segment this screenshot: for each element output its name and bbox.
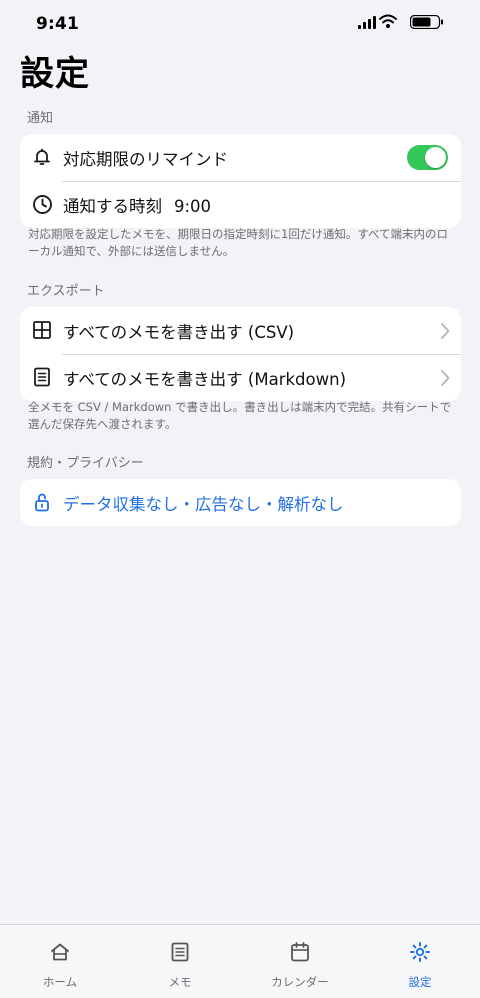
status-time: 9:41 xyxy=(36,14,80,34)
table-icon xyxy=(31,319,53,341)
notification-time-row[interactable]: 通知する時刻 9:00 xyxy=(20,181,461,228)
bell-icon xyxy=(31,146,53,168)
notifications-footnote: 対応期限を設定したメモを、期限日の指定時刻に1回だけ通知。すべて端末内のローカル… xyxy=(28,227,449,258)
export-markdown-row[interactable]: すべてのメモを書き出す (Markdown) xyxy=(20,354,461,401)
export-csv-label: すべてのメモを書き出す (CSV) xyxy=(63,322,295,342)
export-footnote: 全メモを CSV / Markdown で書き出し。書き出しは端末内で完結。共有… xyxy=(28,400,452,431)
page-title: 設定 xyxy=(20,54,90,94)
chevron-right-icon xyxy=(441,370,450,386)
toggle-knob xyxy=(425,147,446,168)
home-icon xyxy=(51,943,69,961)
wifi-icon xyxy=(379,14,397,28)
privacy-label: データ収集なし・広告なし・解析なし xyxy=(63,494,344,514)
export-csv-row[interactable]: すべてのメモを書き出す (CSV) xyxy=(20,307,461,354)
remind-label: 対応期限のリマインド xyxy=(63,149,228,169)
status-icons xyxy=(336,14,456,34)
privacy-row[interactable]: データ収集なし・広告なし・解析なし xyxy=(20,479,461,526)
export-markdown-label: すべてのメモを書き出す (Markdown) xyxy=(63,369,347,389)
tab-calendar[interactable]: カレンダー xyxy=(240,925,360,998)
section-header-notifications: 通知 xyxy=(27,111,54,126)
cellular-signal-icon xyxy=(358,16,376,29)
battery-icon xyxy=(410,15,443,29)
privacy-card: データ収集なし・広告なし・解析なし xyxy=(20,479,461,526)
notifications-card: 対応期限のリマインド 通知する時刻 9:00 xyxy=(20,134,461,228)
clock-icon xyxy=(31,193,53,215)
chevron-right-icon xyxy=(441,323,450,339)
memo-icon xyxy=(171,942,189,962)
tab-label: ホーム xyxy=(42,975,78,989)
notification-time-value[interactable]: 9:00 xyxy=(174,197,211,216)
tab-label: カレンダー xyxy=(271,975,329,989)
gear-icon xyxy=(410,942,430,962)
section-header-export: エクスポート xyxy=(27,284,105,299)
remind-row[interactable]: 対応期限のリマインド xyxy=(20,134,461,181)
tab-home[interactable]: ホーム xyxy=(0,925,120,998)
remind-toggle[interactable] xyxy=(407,145,448,170)
tab-bar: ホーム メモ カレンダー 設定 xyxy=(0,924,480,998)
export-card: すべてのメモを書き出す (CSV) すべてのメモを書き出す (Markdown) xyxy=(20,307,461,401)
tab-memo[interactable]: メモ xyxy=(120,925,240,998)
notification-time-text: 通知する時刻 xyxy=(63,196,162,216)
notification-time-label: 通知する時刻 9:00 xyxy=(63,193,211,217)
document-icon xyxy=(31,366,53,388)
tab-settings[interactable]: 設定 xyxy=(360,925,480,998)
calendar-icon xyxy=(291,942,309,962)
section-header-privacy: 規約・プライバシー xyxy=(27,456,144,471)
tab-label: メモ xyxy=(168,975,192,989)
status-bar: 9:41 xyxy=(0,0,480,50)
tab-label: 設定 xyxy=(408,975,432,989)
lock-open-icon xyxy=(31,491,53,513)
